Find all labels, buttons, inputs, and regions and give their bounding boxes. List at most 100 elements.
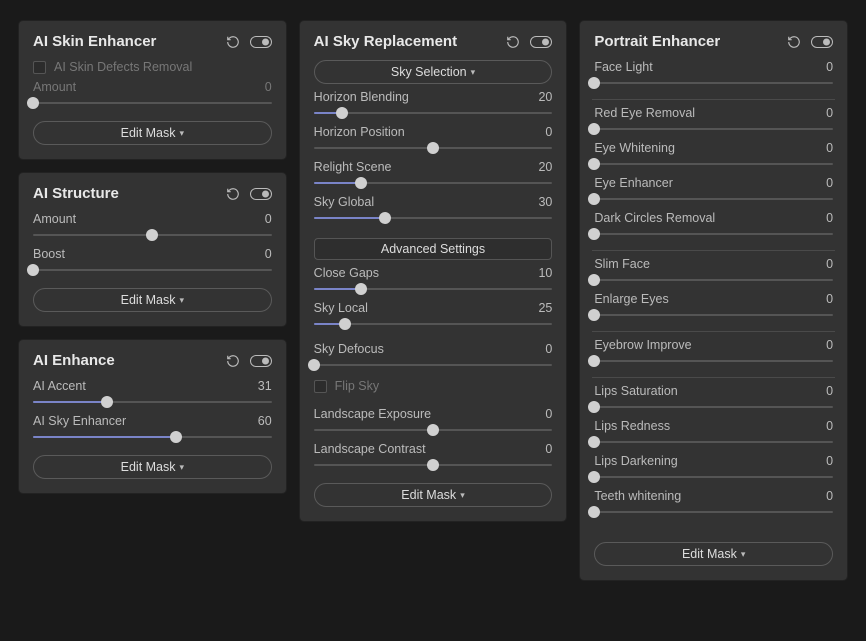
panel-ai-structure: AI Structure Amount0 Boost 0 Edit Mask▾ <box>18 172 287 327</box>
slider-value: 20 <box>538 90 552 104</box>
slider-sky-local[interactable]: Sky Local25 <box>314 301 553 330</box>
slider-horizon-blending[interactable]: Horizon Blending20 <box>314 90 553 119</box>
slider-lips-saturation[interactable]: Lips Saturation0 <box>594 384 833 413</box>
slider-label: AI Sky Enhancer <box>33 414 126 428</box>
slider-close-gaps[interactable]: Close Gaps10 <box>314 266 553 295</box>
slider-enlarge-eyes[interactable]: Enlarge Eyes0 <box>594 292 833 321</box>
column-3: Portrait Enhancer Face Light0 Red Eye Re… <box>579 20 848 581</box>
slider-value: 60 <box>258 414 272 428</box>
divider <box>592 250 835 251</box>
slider-value: 0 <box>826 338 833 352</box>
slider-label: Eyebrow Improve <box>594 338 691 352</box>
header-icons <box>226 187 272 201</box>
slider-relight-scene[interactable]: Relight Scene 20 <box>314 160 553 189</box>
button-label: Edit Mask <box>121 460 176 474</box>
slider-landscape-contrast[interactable]: Landscape Contrast0 <box>314 442 553 471</box>
slider-ai-sky-enhancer[interactable]: AI Sky Enhancer 60 <box>33 414 272 443</box>
slider-landscape-exposure[interactable]: Landscape Exposure0 <box>314 407 553 436</box>
edit-mask-button[interactable]: Edit Mask▾ <box>594 542 833 566</box>
toggle-icon[interactable] <box>530 36 552 48</box>
slider-label: Eye Whitening <box>594 141 675 155</box>
slider-value: 20 <box>538 160 552 174</box>
slider-eye-enhancer[interactable]: Eye Enhancer0 <box>594 176 833 205</box>
panel-ai-enhance: AI Enhance AI Accent31 AI Sky Enhancer60… <box>18 339 287 494</box>
slider-label: Eye Enhancer <box>594 176 673 190</box>
undo-icon[interactable] <box>226 187 240 201</box>
slider-value: 0 <box>826 454 833 468</box>
slider-teeth-whitening[interactable]: Teeth whitening0 <box>594 489 833 518</box>
slider-label: Amount <box>33 80 76 94</box>
slider-label: Relight Scene <box>314 160 392 174</box>
toggle-icon[interactable] <box>811 36 833 48</box>
edit-mask-button[interactable]: Edit Mask ▾ <box>314 483 553 507</box>
slider-label: Boost <box>33 247 65 261</box>
slider-value: 30 <box>538 195 552 209</box>
panel-header: Portrait Enhancer <box>594 33 833 50</box>
slider-eyebrow-improve[interactable]: Eyebrow Improve 0 <box>594 338 833 367</box>
header-icons <box>506 35 552 49</box>
slider-value: 0 <box>826 141 833 155</box>
header-icons <box>226 35 272 49</box>
slider-slim-face[interactable]: Slim Face0 <box>594 257 833 286</box>
edit-mask-button[interactable]: Edit Mask▾ <box>33 455 272 479</box>
chevron-down-icon: ▾ <box>180 296 185 305</box>
divider <box>592 331 835 332</box>
toggle-icon[interactable] <box>250 36 272 48</box>
panel-title: AI Structure <box>33 185 226 202</box>
slider-eye-whitening[interactable]: Eye Whitening 0 <box>594 141 833 170</box>
slider-label: Slim Face <box>594 257 650 271</box>
sky-selection-button[interactable]: Sky Selection▾ <box>314 60 553 84</box>
slider-value: 0 <box>826 419 833 433</box>
panel-ai-sky-replacement: AI Sky Replacement Sky Selection▾ Horizo… <box>299 20 568 522</box>
checkbox-flip-sky[interactable]: Flip Sky <box>314 379 553 393</box>
slider-horizon-position[interactable]: Horizon Position0 <box>314 125 553 154</box>
panel-title: Portrait Enhancer <box>594 33 787 50</box>
slider-lips-redness[interactable]: Lips Redness 0 <box>594 419 833 448</box>
undo-icon[interactable] <box>506 35 520 49</box>
button-label: Edit Mask <box>401 488 456 502</box>
button-label: Edit Mask <box>121 126 176 140</box>
toggle-icon[interactable] <box>250 355 272 367</box>
slider-value: 0 <box>265 247 272 261</box>
button-label: Advanced Settings <box>381 242 485 256</box>
divider <box>592 99 835 100</box>
column-1: AI Skin Enhancer AI Skin Defects Removal… <box>18 20 287 494</box>
slider-face-light[interactable]: Face Light0 <box>594 60 833 89</box>
slider-red-eye-removal[interactable]: Red Eye Removal0 <box>594 106 833 135</box>
slider-amount[interactable]: Amount0 <box>33 212 272 241</box>
edit-mask-button[interactable]: Edit Mask▾ <box>33 288 272 312</box>
header-icons <box>226 354 272 368</box>
slider-label: Horizon Position <box>314 125 405 139</box>
slider-boost[interactable]: Boost 0 <box>33 247 272 276</box>
slider-label: Lips Redness <box>594 419 670 433</box>
chevron-down-icon: ▾ <box>460 491 465 500</box>
slider-label: Amount <box>33 212 76 226</box>
divider <box>592 377 835 378</box>
panel-header: AI Skin Enhancer <box>33 33 272 50</box>
undo-icon[interactable] <box>226 35 240 49</box>
slider-value: 31 <box>258 379 272 393</box>
advanced-settings-button[interactable]: Advanced Settings <box>314 238 553 260</box>
column-2: AI Sky Replacement Sky Selection▾ Horizo… <box>299 20 568 522</box>
slider-lips-darkening[interactable]: Lips Darkening0 <box>594 454 833 483</box>
slider-dark-circles-removal[interactable]: Dark Circles Removal0 <box>594 211 833 240</box>
toggle-icon[interactable] <box>250 188 272 200</box>
slider-label: Sky Defocus <box>314 342 384 356</box>
undo-icon[interactable] <box>787 35 801 49</box>
slider-value: 10 <box>538 266 552 280</box>
undo-icon[interactable] <box>226 354 240 368</box>
checkbox-skin-defects[interactable]: AI Skin Defects Removal <box>33 60 272 74</box>
slider-label: Sky Global <box>314 195 374 209</box>
slider-sky-defocus[interactable]: Sky Defocus0 <box>314 342 553 371</box>
panel-title: AI Skin Enhancer <box>33 33 226 50</box>
slider-ai-accent[interactable]: AI Accent31 <box>33 379 272 408</box>
panel-ai-skin-enhancer: AI Skin Enhancer AI Skin Defects Removal… <box>18 20 287 160</box>
slider-sky-global[interactable]: Sky Global 30 <box>314 195 553 224</box>
slider-label: Landscape Exposure <box>314 407 431 421</box>
slider-label: Sky Local <box>314 301 368 315</box>
panel-header: AI Structure <box>33 185 272 202</box>
edit-mask-button[interactable]: Edit Mask▾ <box>33 121 272 145</box>
header-icons <box>787 35 833 49</box>
slider-amount[interactable]: Amount0 <box>33 80 272 109</box>
slider-value: 0 <box>826 384 833 398</box>
